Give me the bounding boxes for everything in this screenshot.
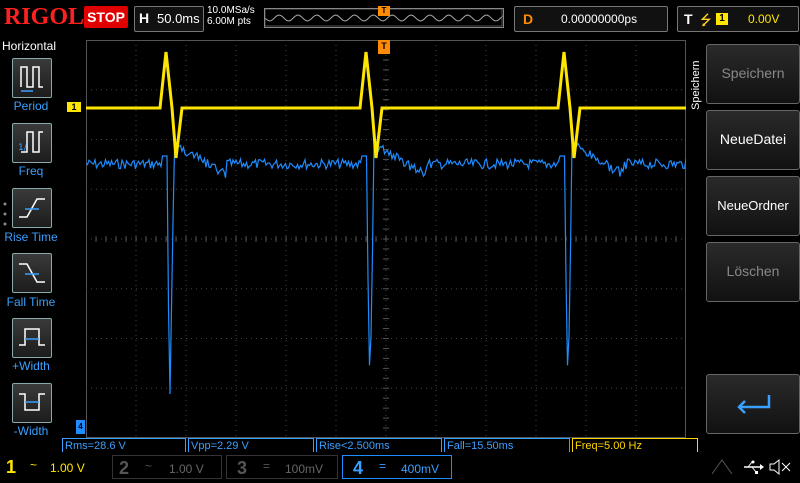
trigger-label: T <box>684 11 693 27</box>
period-button[interactable] <box>12 58 52 98</box>
frequency-label: Freq <box>18 164 44 178</box>
delay-value: 0.00000000ps <box>561 12 638 26</box>
fall-time-label: Fall Time <box>6 295 56 309</box>
save-button[interactable]: Speichern <box>706 44 800 104</box>
meas-rise[interactable]: Rise<2.500ms <box>316 438 442 452</box>
ch2-tab[interactable]: 2 ~ 1.00 V <box>112 455 222 479</box>
new-folder-button[interactable]: NeueOrdner <box>706 176 800 236</box>
ch4-scale: 400mV <box>401 462 440 476</box>
menu-page-indicator <box>2 200 8 236</box>
rise-time-button[interactable] <box>12 188 52 228</box>
trigger-position-marker: T <box>378 6 390 16</box>
frequency-button[interactable]: 1/ <box>12 123 52 163</box>
graticule <box>86 40 686 438</box>
ch3-tab[interactable]: 3 = 100mV <box>226 455 338 479</box>
timebase-value: 50.0ms <box>157 11 200 26</box>
fall-time-button[interactable] <box>12 253 52 293</box>
svg-text:1/: 1/ <box>18 143 28 153</box>
trigger-time-marker: T <box>378 40 390 54</box>
ch1-coupling-icon: ~ <box>30 458 38 472</box>
ch1-tab[interactable]: 1 ~ 1.00 V <box>0 455 110 479</box>
fall-time-icon <box>19 263 45 283</box>
acquisition-info: 10.0MSa/s 6.00M pts <box>207 5 255 27</box>
period-icon <box>20 66 43 92</box>
ch1-offset-marker[interactable]: 1 <box>67 102 81 112</box>
run-stop-status[interactable]: STOP <box>84 6 128 28</box>
ch1-scale: 1.00 V <box>50 461 85 475</box>
timebase-box[interactable]: H 50.0ms <box>134 6 204 32</box>
rise-time-label: Rise Time <box>4 230 58 244</box>
positive-width-button[interactable] <box>12 318 52 358</box>
rise-time-icon <box>19 198 45 218</box>
meas-vpp[interactable]: Vpp=2.29 V <box>188 438 314 452</box>
timebase-label: H <box>139 10 150 26</box>
delete-button[interactable]: Löschen <box>706 242 800 302</box>
speaker-muted-icon <box>769 458 791 476</box>
status-icons <box>708 456 798 478</box>
delay-box[interactable]: D 0.00000000ps <box>514 6 668 32</box>
ch4-number: 4 <box>353 458 364 478</box>
delay-label: D <box>523 11 534 27</box>
ch4-tab[interactable]: 4 = 400mV <box>342 455 452 479</box>
ch3-scale: 100mV <box>285 462 324 476</box>
trigger-source-badge: 1 <box>716 13 728 25</box>
positive-width-icon <box>19 328 45 346</box>
negative-width-button[interactable] <box>12 383 52 423</box>
rising-edge-icon: ⭍ <box>700 12 712 28</box>
ch4-offset-marker[interactable]: 4 <box>76 420 85 434</box>
trigger-position-bar[interactable]: T <box>264 6 504 28</box>
usb-icon <box>744 460 764 474</box>
ch4-coupling-icon: = <box>379 459 387 473</box>
negative-width-label: -Width <box>13 424 49 438</box>
save-menu-title: Speichern <box>690 60 702 110</box>
tab-arrow-icon <box>711 459 733 475</box>
ch3-coupling-icon: = <box>263 459 271 473</box>
period-label: Period <box>13 99 49 113</box>
waveform-display[interactable] <box>86 40 686 438</box>
negative-width-icon <box>19 393 45 411</box>
memory-depth: 6.00M pts <box>207 16 251 27</box>
sample-rate: 10.0MSa/s <box>207 5 255 16</box>
brand-logo: RIGOL <box>4 4 85 30</box>
ch2-coupling-icon: ~ <box>145 459 153 473</box>
ch2-number: 2 <box>119 458 130 478</box>
meas-freq[interactable]: Freq=5.00 Hz <box>572 438 698 452</box>
new-file-button[interactable]: NeueDatei <box>706 110 800 170</box>
ch1-number: 1 <box>6 457 17 477</box>
ch2-scale: 1.00 V <box>169 462 204 476</box>
meas-fall[interactable]: Fall=15.50ms <box>444 438 570 452</box>
return-arrow-icon <box>737 395 771 414</box>
meas-rms[interactable]: Rms=28.6 V <box>62 438 186 452</box>
back-button[interactable] <box>706 374 800 434</box>
ch3-number: 3 <box>237 458 248 478</box>
frequency-icon: 1/ <box>18 131 43 153</box>
trigger-box[interactable]: T ⭍ 1 0.00V <box>677 6 799 32</box>
trigger-level: 0.00V <box>748 12 780 26</box>
horizontal-menu-title: Horizontal <box>2 39 57 53</box>
positive-width-label: +Width <box>12 359 50 373</box>
